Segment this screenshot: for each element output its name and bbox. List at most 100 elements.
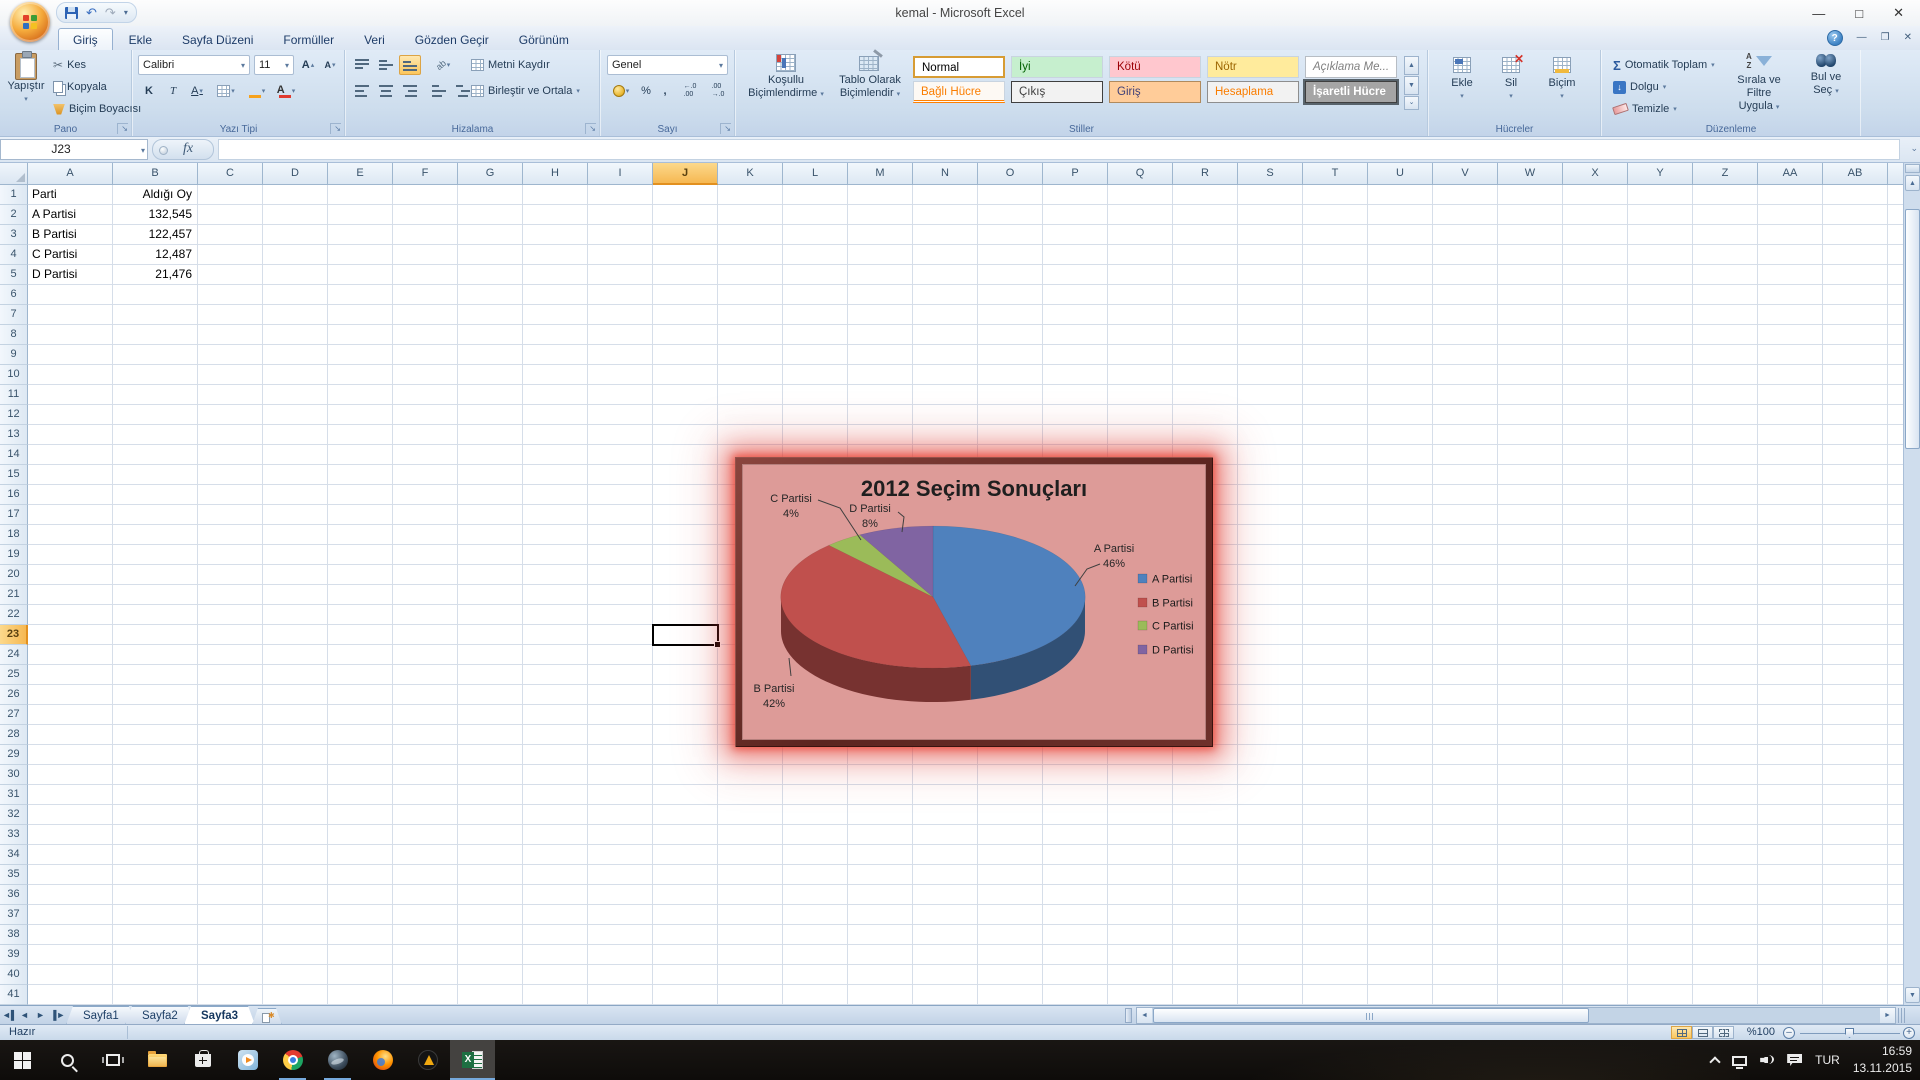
insert-worksheet-button[interactable]: ✱ (252, 1008, 282, 1025)
cell-b2[interactable]: 132,545 (114, 205, 196, 225)
row-header-26[interactable]: 26 (0, 685, 28, 705)
notifications-icon[interactable] (1787, 1054, 1802, 1066)
cell-a1[interactable]: Parti (29, 185, 112, 205)
row-header-36[interactable]: 36 (0, 885, 28, 905)
column-header-c[interactable]: C (198, 163, 263, 185)
format-painter-button[interactable]: Biçim Boyacısı (50, 99, 144, 119)
normal-view-button[interactable] (1671, 1026, 1692, 1039)
column-header-d[interactable]: D (263, 163, 328, 185)
font-family-select[interactable]: Calibri▾ (138, 55, 250, 75)
row-header-30[interactable]: 30 (0, 765, 28, 785)
next-sheet-icon[interactable]: ► (34, 1009, 47, 1022)
ribbon-tab-ekle[interactable]: Ekle (115, 29, 166, 50)
row-header-34[interactable]: 34 (0, 845, 28, 865)
taskbar-icon-store[interactable] (180, 1040, 225, 1080)
save-icon[interactable] (65, 7, 78, 19)
row-header-41[interactable]: 41 (0, 985, 28, 1005)
chart[interactable]: 2012 Seçim SonuçlarıA Partisi46%B Partis… (735, 457, 1213, 747)
column-header-q[interactable]: Q (1108, 163, 1173, 185)
column-header-j[interactable]: J (653, 163, 718, 185)
scroll-left-icon[interactable]: ◄ (1137, 1008, 1152, 1023)
underline-button[interactable]: A▾ (186, 81, 208, 101)
row-header-5[interactable]: 5 (0, 265, 28, 285)
customize-qat-icon[interactable]: ▾ (124, 8, 128, 17)
row-header-22[interactable]: 22 (0, 605, 28, 625)
comma-style-button[interactable]: , (657, 81, 673, 101)
column-header-l[interactable]: L (783, 163, 848, 185)
align-bottom-button[interactable] (399, 55, 421, 75)
zoom-in-icon[interactable]: + (1903, 1027, 1915, 1039)
column-header-a[interactable]: A (28, 163, 113, 185)
page-break-view-button[interactable] (1713, 1026, 1734, 1039)
increase-decimal-button[interactable]: ←.0.00 (677, 81, 703, 101)
workbook-close-icon[interactable]: ✕ (1904, 31, 1912, 45)
row-header-7[interactable]: 7 (0, 305, 28, 325)
row-header-37[interactable]: 37 (0, 905, 28, 925)
cell-style-normal[interactable]: Normal (913, 56, 1005, 78)
column-header-y[interactable]: Y (1628, 163, 1693, 185)
horizontal-scrollbar[interactable]: ◄ ► (1136, 1007, 1896, 1024)
zoom-level[interactable]: %100 (1741, 1026, 1775, 1038)
cell-b1[interactable]: Aldığı Oy (114, 185, 196, 205)
previous-sheet-icon[interactable]: ◄ (18, 1009, 31, 1022)
borders-button[interactable]: ▾ (215, 81, 237, 101)
maximize-icon[interactable]: □ (1855, 6, 1863, 21)
styles-scroll-up-icon[interactable]: ▲ (1404, 56, 1419, 75)
font-color-button[interactable]: A▾ (275, 81, 297, 101)
row-header-32[interactable]: 32 (0, 805, 28, 825)
row-header-38[interactable]: 38 (0, 925, 28, 945)
cell-style-çıkış[interactable]: Çıkış (1011, 81, 1103, 103)
row-header-24[interactable]: 24 (0, 645, 28, 665)
formula-input[interactable] (218, 139, 1900, 160)
row-header-35[interactable]: 35 (0, 865, 28, 885)
fill-button[interactable]: ↓ Dolgu ▾ (1610, 77, 1669, 97)
cell-a2[interactable]: A Partisi (29, 205, 112, 225)
column-header-g[interactable]: G (458, 163, 523, 185)
cell-style-bağlı-hücre[interactable]: Bağlı Hücre (913, 81, 1005, 103)
taskbar-icon-chrome[interactable] (270, 1040, 315, 1080)
taskbar-icon-task-view[interactable] (90, 1040, 135, 1080)
clear-button[interactable]: Temizle ▾ (1610, 99, 1680, 119)
sort-filter-button[interactable]: AZ Sırala ve Filtre Uygula ▾ (1724, 54, 1794, 114)
merge-center-button[interactable]: Birleştir ve Ortala ▾ (468, 81, 583, 101)
taskbar-icon-teamspeak[interactable] (315, 1040, 360, 1080)
taskbar-icon-start[interactable] (0, 1040, 45, 1080)
row-header-29[interactable]: 29 (0, 745, 28, 765)
resize-grip[interactable] (1898, 1008, 1906, 1023)
find-select-button[interactable]: Bul ve Seç ▾ (1800, 54, 1852, 98)
cell-style-i-yi[interactable]: İyi (1011, 56, 1103, 78)
row-header-31[interactable]: 31 (0, 785, 28, 805)
row-header-2[interactable]: 2 (0, 205, 28, 225)
workbook-restore-icon[interactable]: ❐ (1881, 31, 1890, 45)
column-header-x[interactable]: X (1563, 163, 1628, 185)
styles-more-icon[interactable]: ⌄ (1404, 96, 1419, 110)
page-layout-view-button[interactable] (1692, 1026, 1713, 1039)
row-header-10[interactable]: 10 (0, 365, 28, 385)
undo-icon[interactable]: ↶ (86, 6, 97, 19)
clock[interactable]: 16:59 13.11.2015 (1853, 1043, 1912, 1078)
shrink-font-button[interactable]: A▾ (319, 55, 341, 75)
network-icon[interactable] (1732, 1056, 1747, 1066)
last-sheet-icon[interactable]: ▐► (50, 1009, 63, 1022)
orientation-button[interactable]: ab▾ (428, 55, 458, 75)
column-header-h[interactable]: H (523, 163, 588, 185)
column-header-u[interactable]: U (1368, 163, 1433, 185)
taskbar-icon-aimp[interactable] (405, 1040, 450, 1080)
row-header-3[interactable]: 3 (0, 225, 28, 245)
taskbar-icon-file-explorer[interactable] (135, 1040, 180, 1080)
format-as-table-button[interactable]: Tablo Olarak Biçimlendir ▾ (830, 54, 910, 101)
delete-cells-button[interactable]: ✕ Sil ▾ (1491, 57, 1531, 103)
insert-function-button[interactable]: fx (152, 139, 214, 160)
vertical-scrollbar[interactable]: ▲ ▼ (1903, 163, 1920, 1005)
name-box-dropdown-icon[interactable]: ▾ (141, 146, 145, 155)
row-header-39[interactable]: 39 (0, 945, 28, 965)
sheet-tab-sayfa1[interactable]: Sayfa1 (66, 1006, 136, 1025)
zoom-slider-thumb[interactable] (1845, 1028, 1854, 1038)
row-header-11[interactable]: 11 (0, 385, 28, 405)
taskbar-icon-search[interactable] (45, 1040, 90, 1080)
taskbar-icon-firefox[interactable] (360, 1040, 405, 1080)
cell-style-kötü[interactable]: Kötü (1109, 56, 1201, 78)
column-header-w[interactable]: W (1498, 163, 1563, 185)
ribbon-tab-sayfa-düzeni[interactable]: Sayfa Düzeni (168, 29, 267, 50)
row-header-12[interactable]: 12 (0, 405, 28, 425)
